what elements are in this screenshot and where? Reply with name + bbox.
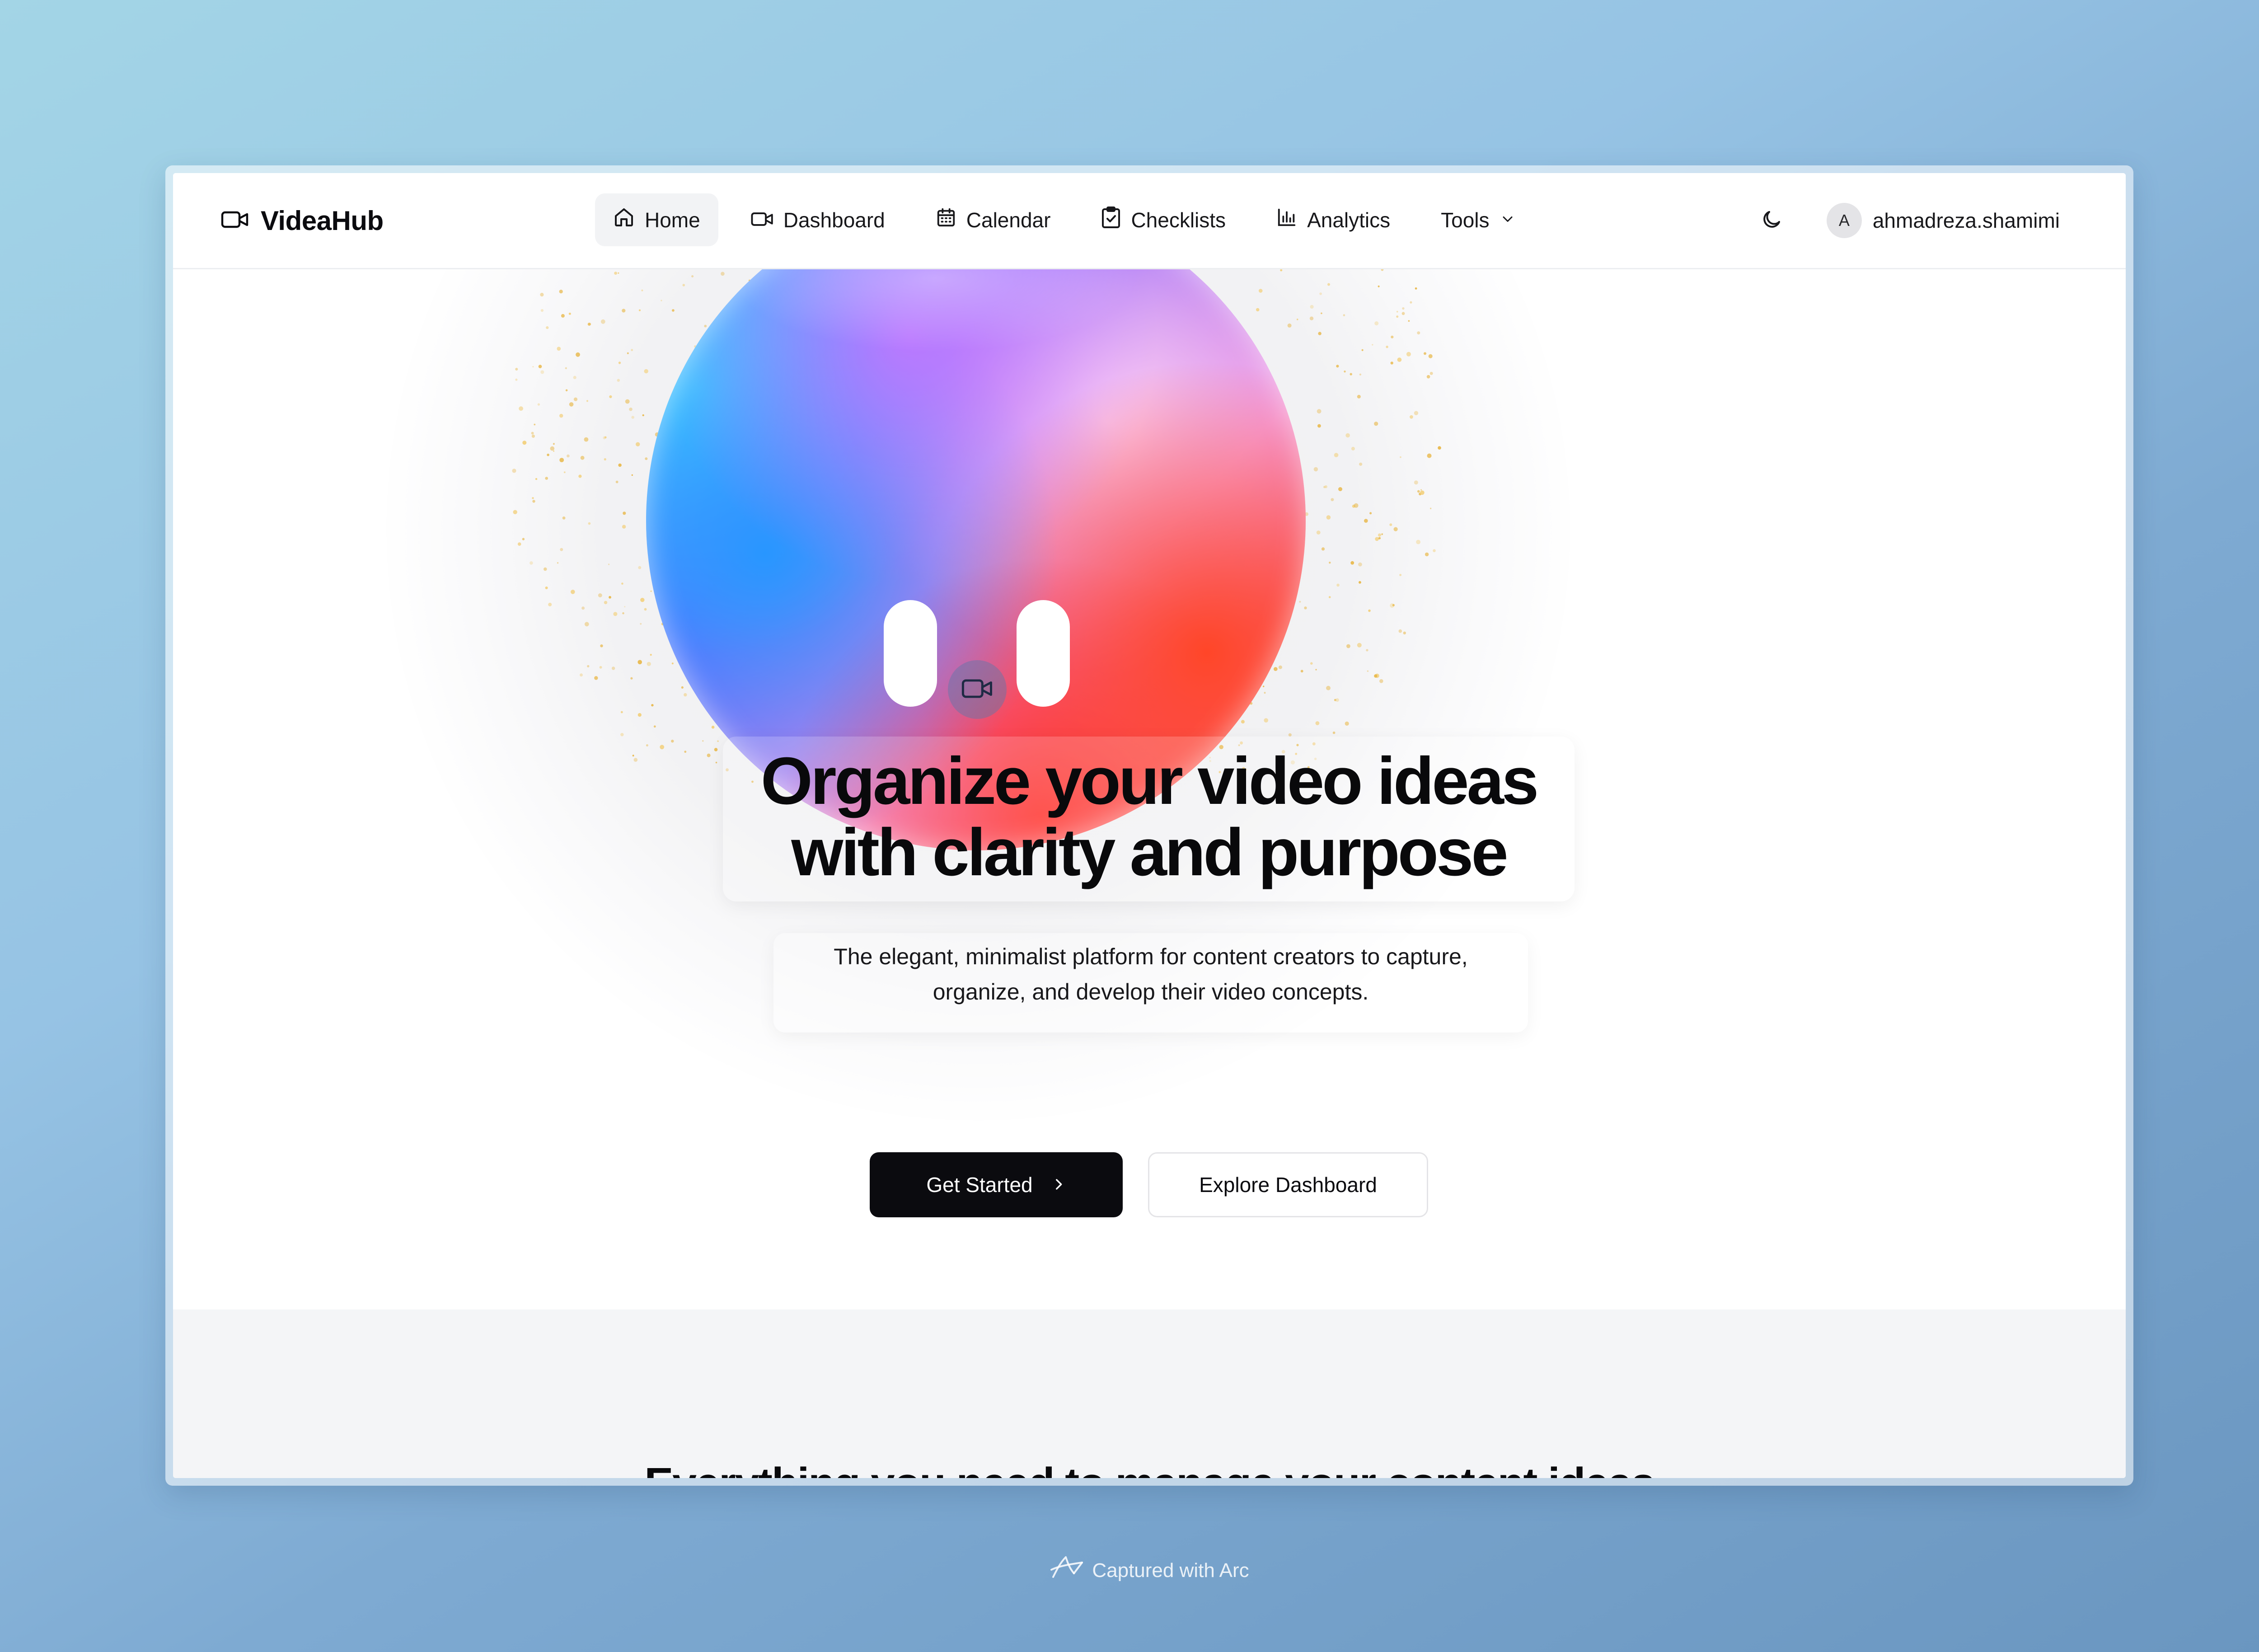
hero-subtitle: The elegant, minimalist platform for con… — [773, 939, 1528, 1009]
orb-eye-right — [1017, 600, 1070, 707]
chevron-down-icon — [1500, 208, 1516, 232]
nav-item-home[interactable]: Home — [595, 193, 718, 246]
hero-visual: Organize your video ideas with clarity a… — [173, 269, 2126, 1309]
brand-logo[interactable]: VideaHub — [221, 205, 384, 236]
features-section: Everything you need to manage your conte… — [173, 1309, 2126, 1478]
video-camera-icon — [221, 210, 249, 232]
explore-dashboard-label: Explore Dashboard — [1199, 1173, 1377, 1197]
nav-item-dashboard[interactable]: Dashboard — [733, 193, 903, 246]
get-started-label: Get Started — [926, 1173, 1033, 1197]
calendar-icon — [936, 206, 956, 233]
nav-item-calendar[interactable]: Calendar — [918, 193, 1069, 246]
moon-icon — [1761, 209, 1782, 233]
nav-item-label: Calendar — [966, 208, 1051, 232]
bar-chart-icon — [1276, 207, 1297, 233]
video-camera-badge — [948, 660, 1007, 719]
capture-label: Captured with Arc — [1092, 1559, 1249, 1582]
explore-dashboard-button[interactable]: Explore Dashboard — [1148, 1152, 1428, 1217]
nav-item-checklists[interactable]: Checklists — [1083, 193, 1244, 246]
video-camera-icon — [961, 677, 993, 702]
hero-headline: Organize your video ideas with clarity a… — [660, 746, 1638, 888]
nav-item-label: Dashboard — [783, 208, 885, 232]
app-window: VideaHub Home Dashboard Calendar Checkli… — [173, 173, 2126, 1478]
video-camera-icon — [751, 208, 773, 232]
chevron-right-icon — [1051, 1173, 1066, 1197]
nav-item-label: Checklists — [1131, 208, 1226, 232]
get-started-button[interactable]: Get Started — [870, 1152, 1123, 1217]
user-avatar[interactable]: A — [1826, 203, 1862, 238]
features-title: Everything you need to manage your conte… — [173, 1459, 2126, 1478]
nav-item-label: Tools — [1441, 208, 1490, 232]
orb-eye-left — [884, 600, 937, 707]
headline-line-1: Organize your video ideas — [760, 744, 1539, 818]
theme-toggle-button[interactable] — [1749, 198, 1794, 243]
nav-item-label: Home — [645, 208, 700, 232]
nav-item-label: Analytics — [1307, 208, 1391, 232]
username[interactable]: ahmadreza.shamimi — [1873, 208, 2060, 233]
home-icon — [613, 206, 635, 233]
hero-section: Organize your video ideas with clarity a… — [173, 269, 2126, 1309]
nav-item-tools[interactable]: Tools — [1423, 193, 1533, 246]
top-navbar: VideaHub Home Dashboard Calendar Checkli… — [173, 173, 2126, 269]
nav-right: A ahmadreza.shamimi — [1749, 198, 2060, 243]
main-nav: Home Dashboard Calendar Checklists Analy… — [595, 193, 1534, 246]
clipboard-check-icon — [1101, 206, 1121, 234]
headline-line-2: with clarity and purpose — [791, 815, 1508, 890]
brand-name: VideaHub — [261, 205, 384, 236]
arc-logo-icon — [1050, 1553, 1085, 1587]
nav-item-analytics[interactable]: Analytics — [1258, 193, 1408, 246]
capture-tag: Captured with Arc — [0, 1553, 2259, 1587]
subtitle-line-1: The elegant, minimalist platform for con… — [834, 944, 1468, 969]
subtitle-line-2: organize, and develop their video concep… — [933, 979, 1369, 1004]
